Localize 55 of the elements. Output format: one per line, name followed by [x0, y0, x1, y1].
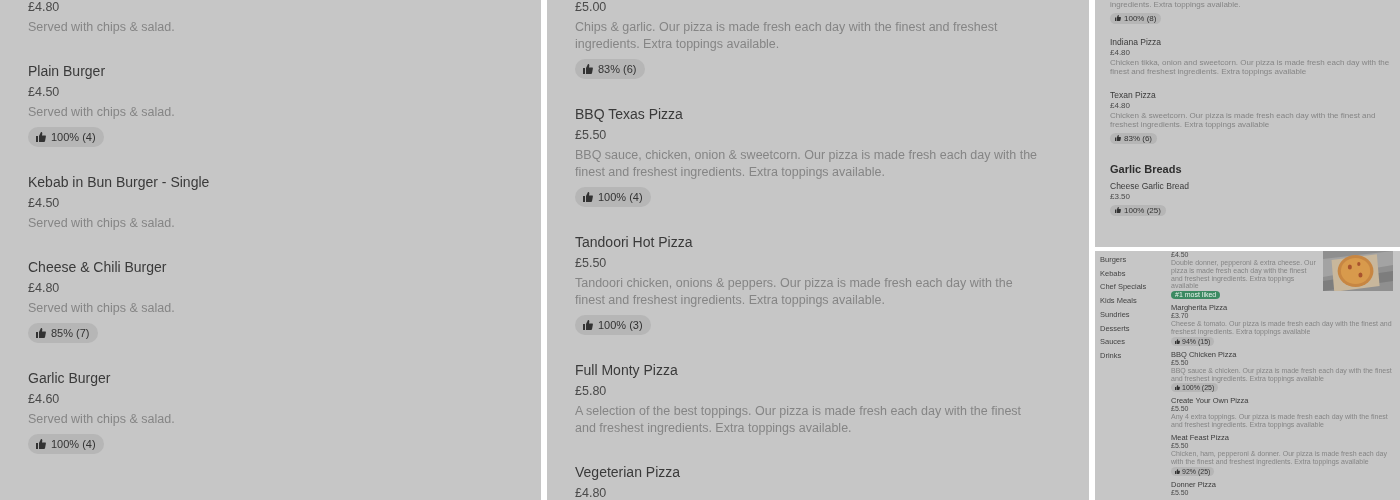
dish-price: £4.80 [28, 280, 61, 297]
dish-name[interactable]: Cheese & Chili Burger [28, 256, 498, 278]
rating-badge: 100% (3) [575, 315, 651, 335]
thumbs-up-icon [36, 328, 46, 338]
dish-name[interactable]: Texan Pizza [1110, 89, 1392, 101]
thumbs-up-icon [36, 439, 46, 449]
thumbs-up-icon [1115, 135, 1121, 141]
rating-badge: 100% (8) [1110, 12, 1162, 24]
dish-description: BBQ sauce, chicken, onion & sweetcorn. Our pizza is made fresh each day with the finest and freshest ingredients. Extra toppings available. [575, 147, 1039, 181]
dish-price: £4.50 [28, 84, 61, 101]
thumbs-up-icon [583, 192, 593, 202]
dish-name[interactable]: Garlic Burger [28, 367, 498, 389]
dish-description: Served with chips & salad. [28, 215, 176, 232]
dish-price: £5.50 [575, 127, 608, 144]
dish-name[interactable]: Indiana Pizza [1110, 36, 1392, 48]
rating-badge: 83% (6) [575, 59, 645, 79]
dish-description: Served with chips & salad. [28, 300, 176, 317]
dish-price: £5.00 [575, 0, 608, 16]
section-heading: Garlic Breads [1110, 161, 1183, 177]
rating-badge: 100% (4) [28, 127, 104, 147]
thumbs-up-icon [1175, 338, 1180, 344]
dish-name[interactable]: Cheese Garlic Bread [1110, 180, 1392, 192]
dish-name[interactable]: Full Monty Pizza [575, 359, 1045, 381]
rating-badge: 100% (25) [1110, 204, 1166, 216]
dish-price: £3.50 [1110, 191, 1132, 202]
dish-price: £4.50 [28, 195, 61, 212]
thumbs-up-icon [1175, 385, 1180, 391]
dish-name[interactable]: Plain Burger [28, 60, 498, 82]
dish-description: Served with chips & salad. [28, 411, 176, 428]
dish-price: £4.80 [1110, 47, 1132, 58]
dish-price: £4.80 [1110, 100, 1132, 111]
thumbs-up-icon [1115, 15, 1121, 21]
dish-price: £4.60 [28, 391, 61, 408]
dish-description: Served with chips & salad. [28, 19, 176, 36]
dish-description: Served with chips & salad. [28, 104, 176, 121]
dish-name[interactable]: Kebab in Bun Burger - Single [28, 171, 498, 193]
dish-name[interactable]: Vegeterian Pizza [575, 461, 1045, 483]
thumbs-up-icon [1175, 468, 1180, 474]
dish-description: A selection of the best toppings. Our pizza is made fresh each day with the finest and freshest ingredients. Extra toppings available. [575, 403, 1023, 437]
dish-description: Tandoori chicken, onions & peppers. Our pizza is made fresh each day with the finest and freshest ingredients. Extra toppings available. [575, 275, 1014, 309]
rating-badge: 100% (4) [575, 187, 651, 207]
rating-badge: 85% (7) [28, 323, 98, 343]
thumbs-up-icon [36, 132, 46, 142]
rating-badge: 83% (6) [1110, 132, 1157, 144]
dish-description: Chips & garlic. Our pizza is made fresh each day with the finest and freshest ingredients. Extra toppings available. [575, 19, 999, 53]
thumbs-up-icon [583, 64, 593, 74]
rating-badge: 100% (4) [28, 434, 104, 454]
dish-price: £5.80 [575, 383, 608, 400]
dish-price: £4.80 [575, 485, 608, 500]
dish-name[interactable]: Tandoori Hot Pizza [575, 231, 1045, 253]
dish-price: £5.50 [575, 255, 608, 272]
dish-price: £4.80 [28, 0, 61, 16]
thumbs-up-icon [583, 320, 593, 330]
dish-name[interactable]: BBQ Texas Pizza [575, 103, 1045, 125]
thumbs-up-icon [1115, 207, 1121, 213]
